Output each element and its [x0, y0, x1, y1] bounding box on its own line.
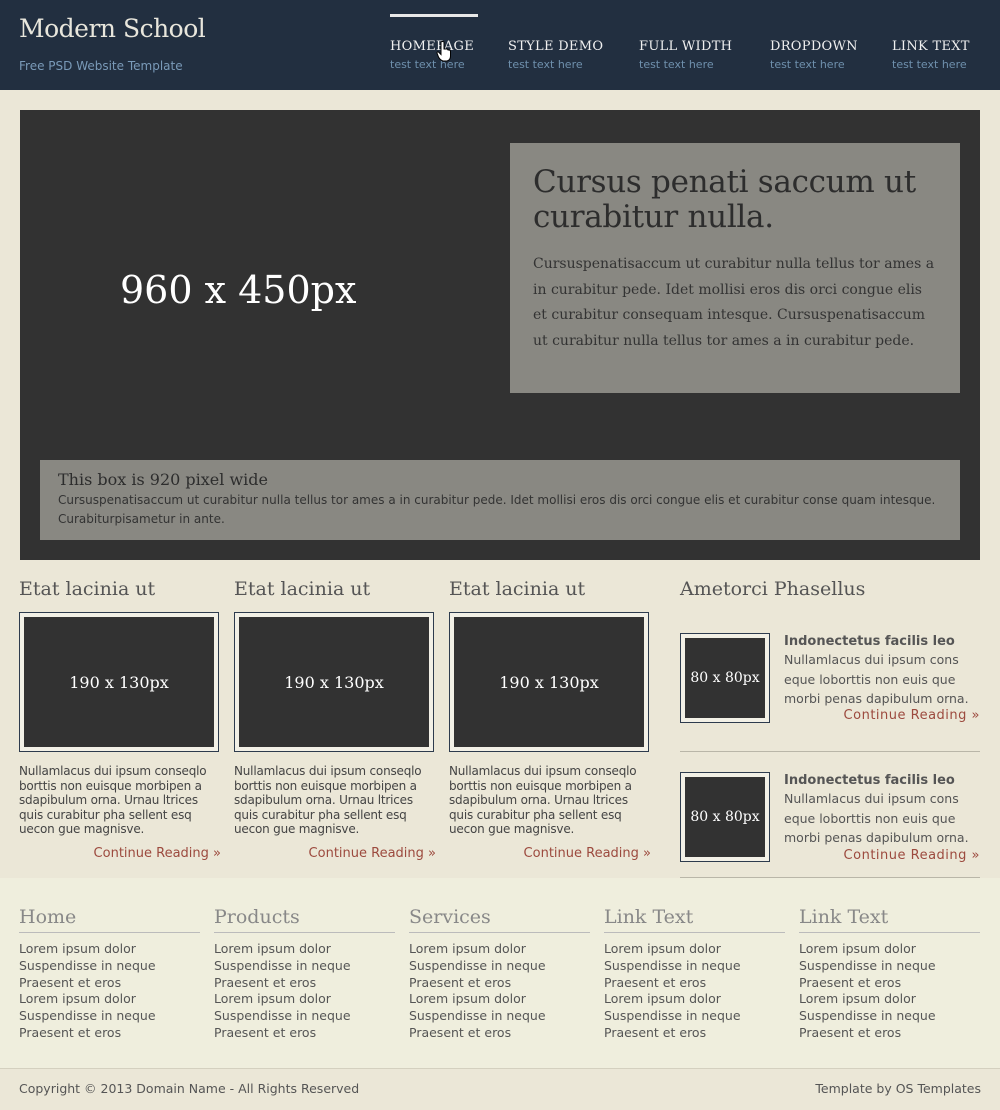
site-header: Modern School Free PSD Website Template … [0, 0, 1000, 90]
footer-link[interactable]: Lorem ipsum dolor [604, 941, 785, 958]
footer-link[interactable]: Praesent et eros [214, 1025, 395, 1042]
footer-column-title: Services [409, 906, 590, 933]
footer-column: Services Lorem ipsum dolor Suspendisse i… [409, 906, 590, 1042]
sidebar-item-heading: Indonectetus facilis leo [784, 773, 955, 788]
footer-column: Link Text Lorem ipsum dolor Suspendisse … [799, 906, 980, 1042]
footer-column: Home Lorem ipsum dolor Suspendisse in ne… [19, 906, 200, 1042]
footer-link[interactable]: Suspendisse in neque [409, 958, 590, 975]
sidebar: Ametorci Phasellus 80 x 80px Indonectetu… [680, 578, 980, 878]
footer-column-title: Link Text [604, 906, 785, 933]
feature-image-placeholder: 190 x 130px [24, 617, 214, 747]
footer-link[interactable]: Suspendisse in neque [409, 1008, 590, 1025]
wide-info-box: This box is 920 pixel wide Cursuspenatis… [40, 460, 960, 540]
hand-cursor-icon [436, 41, 451, 62]
footer-link[interactable]: Suspendisse in neque [214, 1008, 395, 1025]
site-title[interactable]: Modern School [19, 14, 206, 43]
sidebar-item-heading: Indonectetus facilis leo [784, 634, 955, 649]
feature-image-frame[interactable]: 190 x 130px [234, 612, 434, 752]
hero-caption-box: Cursus penati saccum ut curabitur nulla.… [510, 143, 960, 393]
wide-box-title: This box is 920 pixel wide [58, 470, 268, 489]
footer-link[interactable]: Praesent et eros [214, 975, 395, 992]
template-credit-link[interactable]: Template by OS Templates [815, 1081, 981, 1096]
hero-slider: 960 x 450px Cursus penati saccum ut cura… [20, 110, 980, 560]
footer-link[interactable]: Suspendisse in neque [604, 958, 785, 975]
continue-reading-link[interactable]: Continue Reading » [449, 846, 651, 861]
footer-column-title: Link Text [799, 906, 980, 933]
nav-sublabel: test text here [770, 58, 845, 71]
nav-label[interactable]: STYLE DEMO [508, 39, 603, 54]
footer-link[interactable]: Praesent et eros [604, 1025, 785, 1042]
copyright-bar: Copyright © 2013 Domain Name - All Right… [0, 1068, 1000, 1110]
sidebar-image-placeholder: 80 x 80px [685, 777, 765, 857]
footer-link[interactable]: Praesent et eros [19, 1025, 200, 1042]
sidebar-image-placeholder: 80 x 80px [685, 638, 765, 718]
feature-image-frame[interactable]: 190 x 130px [449, 612, 649, 752]
footer-link[interactable]: Praesent et eros [604, 975, 785, 992]
nav-sublabel: test text here [892, 58, 967, 71]
nav-label[interactable]: FULL WIDTH [639, 39, 732, 54]
footer-link[interactable]: Lorem ipsum dolor [214, 941, 395, 958]
footer-link[interactable]: Suspendisse in neque [799, 958, 980, 975]
sidebar-image-frame[interactable]: 80 x 80px [680, 772, 770, 862]
nav-label[interactable]: HOMEPAGE [390, 39, 474, 54]
feature-column: Etat lacinia ut 190 x 130px Nullamlacus … [19, 578, 221, 861]
sidebar-item: 80 x 80px Indonectetus facilis leo Nulla… [680, 752, 980, 878]
continue-reading-link[interactable]: Continue Reading » [234, 846, 436, 861]
nav-sublabel: test text here [639, 58, 714, 71]
sidebar-item: 80 x 80px Indonectetus facilis leo Nulla… [680, 612, 980, 752]
footer-link[interactable]: Lorem ipsum dolor [409, 991, 590, 1008]
feature-column: Etat lacinia ut 190 x 130px Nullamlacus … [234, 578, 436, 861]
footer-link[interactable]: Praesent et eros [409, 1025, 590, 1042]
footer-link[interactable]: Suspendisse in neque [604, 1008, 785, 1025]
footer-link[interactable]: Lorem ipsum dolor [604, 991, 785, 1008]
feature-text: Nullamlacus dui ipsum conseqlo borttis n… [19, 764, 207, 837]
footer-link[interactable]: Suspendisse in neque [799, 1008, 980, 1025]
footer-link[interactable]: Lorem ipsum dolor [214, 991, 395, 1008]
footer-column-title: Products [214, 906, 395, 933]
footer-link[interactable]: Suspendisse in neque [19, 1008, 200, 1025]
feature-column: Etat lacinia ut 190 x 130px Nullamlacus … [449, 578, 651, 861]
footer-column: Link Text Lorem ipsum dolor Suspendisse … [604, 906, 785, 1042]
continue-reading-link[interactable]: Continue Reading » [844, 848, 980, 863]
hero-image-placeholder: 960 x 450px [120, 268, 357, 312]
footer-links: Home Lorem ipsum dolor Suspendisse in ne… [0, 878, 1000, 1068]
wide-box-text: Cursuspenatisaccum ut curabitur nulla te… [58, 493, 936, 526]
feature-image-frame[interactable]: 190 x 130px [19, 612, 219, 752]
footer-link[interactable]: Praesent et eros [409, 975, 590, 992]
feature-text: Nullamlacus dui ipsum conseqlo borttis n… [234, 764, 422, 837]
footer-link[interactable]: Suspendisse in neque [19, 958, 200, 975]
footer-link[interactable]: Lorem ipsum dolor [19, 941, 200, 958]
feature-title: Etat lacinia ut [19, 578, 156, 600]
active-indicator [390, 14, 478, 17]
footer-link[interactable]: Praesent et eros [19, 975, 200, 992]
sidebar-title: Ametorci Phasellus [680, 578, 866, 600]
footer-link[interactable]: Lorem ipsum dolor [799, 991, 980, 1008]
feature-image-placeholder: 190 x 130px [239, 617, 429, 747]
continue-reading-link[interactable]: Continue Reading » [19, 846, 221, 861]
sidebar-image-frame[interactable]: 80 x 80px [680, 633, 770, 723]
footer-link[interactable]: Lorem ipsum dolor [19, 991, 200, 1008]
footer-link[interactable]: Lorem ipsum dolor [409, 941, 590, 958]
hero-caption-text: Cursuspenatisaccum ut curabitur nulla te… [533, 256, 935, 349]
footer-link[interactable]: Suspendisse in neque [214, 958, 395, 975]
footer-column: Products Lorem ipsum dolor Suspendisse i… [214, 906, 395, 1042]
nav-label[interactable]: LINK TEXT [892, 39, 970, 54]
footer-column-title: Home [19, 906, 200, 933]
footer-link[interactable]: Praesent et eros [799, 1025, 980, 1042]
sidebar-item-text: Nullamlacus dui ipsum cons eque lobortti… [784, 652, 969, 706]
sidebar-item-text: Nullamlacus dui ipsum cons eque lobortti… [784, 791, 969, 845]
feature-text: Nullamlacus dui ipsum conseqlo borttis n… [449, 764, 637, 837]
hero-caption-title: Cursus penati saccum ut curabitur nulla. [533, 164, 916, 235]
continue-reading-link[interactable]: Continue Reading » [844, 708, 980, 723]
feature-title: Etat lacinia ut [449, 578, 586, 600]
footer-link[interactable]: Praesent et eros [799, 975, 980, 992]
feature-title: Etat lacinia ut [234, 578, 371, 600]
feature-image-placeholder: 190 x 130px [454, 617, 644, 747]
site-tagline: Free PSD Website Template [19, 59, 183, 73]
footer-link[interactable]: Lorem ipsum dolor [799, 941, 980, 958]
nav-sublabel: test text here [508, 58, 583, 71]
nav-sublabel: test text here [390, 58, 465, 71]
nav-label[interactable]: DROPDOWN [770, 39, 858, 54]
copyright-text: Copyright © 2013 Domain Name - All Right… [19, 1081, 360, 1096]
